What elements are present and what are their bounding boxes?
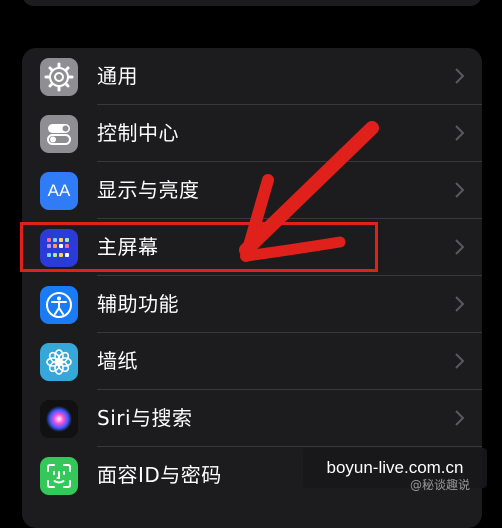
- red-arrow-annotation: [239, 121, 379, 262]
- author-watermark: @秘谈趣说: [410, 478, 471, 492]
